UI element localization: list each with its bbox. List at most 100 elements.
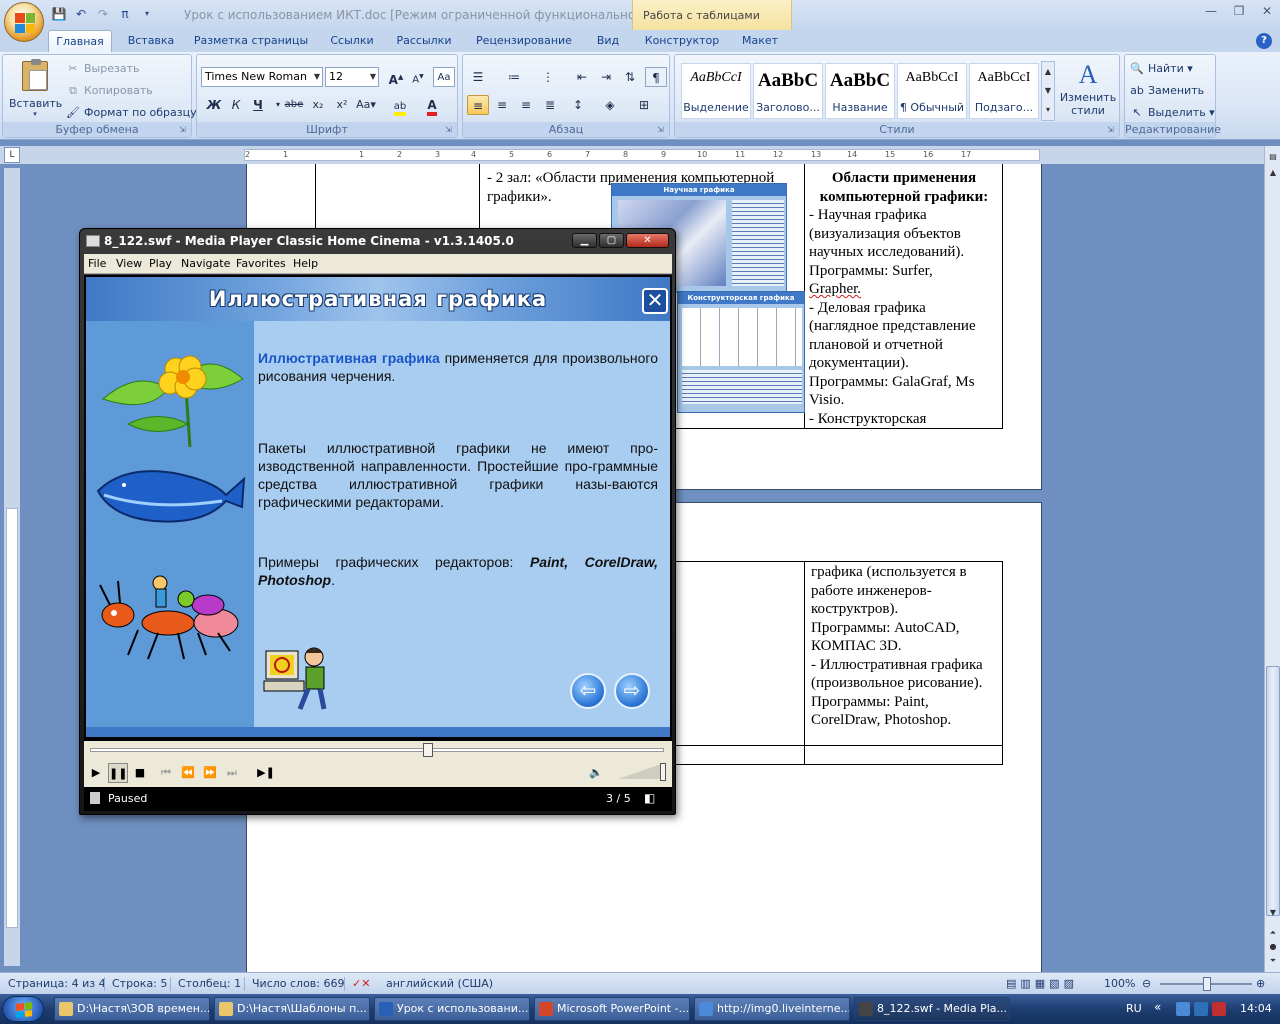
zoom-out-icon[interactable]: ⊖ xyxy=(1142,977,1151,990)
tab-layout[interactable]: Макет xyxy=(734,30,786,52)
style-subtitle[interactable]: AaBbCcI Подзаго... xyxy=(969,63,1039,119)
volume-thumb[interactable] xyxy=(660,763,666,781)
skip-forward-icon[interactable]: ⏭ xyxy=(222,763,242,783)
rewind-icon[interactable]: ⏪ xyxy=(178,763,198,783)
copy-button[interactable]: ⧉ Копировать xyxy=(65,81,153,101)
grow-font-button[interactable]: A▲ xyxy=(385,67,407,87)
taskbar-item[interactable]: D:\Настя\Шаблоны п... xyxy=(214,997,370,1021)
superscript-button[interactable]: x² xyxy=(331,95,353,115)
clock[interactable]: 14:04 xyxy=(1240,1002,1272,1015)
media-player-window[interactable]: 8_122.swf - Media Player Classic Home Ci… xyxy=(79,228,676,815)
next-page-icon[interactable]: ⏷ xyxy=(1266,954,1280,968)
language-indicator[interactable]: RU xyxy=(1126,1002,1142,1015)
ruler-toggle-icon[interactable]: ▤ xyxy=(1266,150,1280,164)
zoom-level[interactable]: 100% xyxy=(1104,977,1135,990)
arrow-right-icon[interactable]: ⇨ xyxy=(614,673,650,709)
tab-review[interactable]: Рецензирование xyxy=(466,30,582,52)
save-icon[interactable]: 💾 xyxy=(50,5,68,23)
skip-back-icon[interactable]: ⏮ xyxy=(156,763,176,783)
change-styles-button[interactable]: A Изменить стили xyxy=(1059,59,1117,121)
paste-button[interactable]: Вставить ▾ xyxy=(9,59,62,121)
clipboard-launcher-icon[interactable]: ⇲ xyxy=(179,125,189,135)
tab-references[interactable]: Ссылки xyxy=(322,30,382,52)
menu-file[interactable]: File xyxy=(88,257,106,270)
seek-bar[interactable] xyxy=(90,743,664,757)
office-button[interactable] xyxy=(4,2,44,42)
help-icon[interactable]: ? xyxy=(1256,33,1272,49)
maximize-icon[interactable]: ▢ xyxy=(599,233,624,248)
vertical-scrollbar[interactable]: ▤ ▲ ▼ ⏶ ● ⏷ xyxy=(1264,146,1280,972)
font-launcher-icon[interactable]: ⇲ xyxy=(445,125,455,135)
style-normal[interactable]: AaBbCcI ¶ Обычный xyxy=(897,63,967,119)
format-painter-button[interactable]: 🖌 Формат по образцу xyxy=(65,103,197,123)
shrink-font-button[interactable]: A▼ xyxy=(407,67,429,87)
tab-home[interactable]: Главная xyxy=(48,30,112,52)
style-title[interactable]: AaBbC Название xyxy=(825,63,895,119)
tray-expand-icon[interactable]: « xyxy=(1154,1000,1161,1014)
change-case-button[interactable]: Aa▾ xyxy=(355,95,377,115)
justify-icon[interactable]: ≣ xyxy=(539,95,561,115)
decrease-indent-icon[interactable]: ⇤ xyxy=(571,67,593,87)
redo-icon[interactable]: ↷ xyxy=(94,5,112,23)
shading-icon[interactable]: ◈ xyxy=(599,95,621,115)
styles-launcher-icon[interactable]: ⇲ xyxy=(1107,125,1117,135)
taskbar-item[interactable]: Урок с использовани... xyxy=(374,997,530,1021)
antivirus-icon[interactable] xyxy=(1212,1002,1226,1016)
taskbar-item[interactable]: D:\Настя\ЗОВ времен... xyxy=(54,997,210,1021)
scrollbar-thumb[interactable] xyxy=(1266,666,1280,916)
minimize-icon[interactable]: — xyxy=(1204,4,1218,18)
tab-design[interactable]: Конструктор xyxy=(640,30,724,52)
numbering-icon[interactable]: ≔ xyxy=(503,67,525,87)
frame-step-icon[interactable]: ▶❚ xyxy=(256,763,276,783)
view-buttons[interactable]: ▤▥▦▧▨ xyxy=(1006,977,1078,990)
proofing-icon[interactable]: ✓✕ xyxy=(352,977,370,990)
align-right-icon[interactable]: ≡ xyxy=(515,95,537,115)
ruler-strip[interactable]: 2 1 1 2 3 4 5 6 7 8 9 10 11 12 13 14 15 … xyxy=(244,149,1040,161)
find-button[interactable]: 🔍 Найти ▾ xyxy=(1129,59,1193,79)
font-color-button[interactable]: A xyxy=(421,95,443,116)
tab-page-layout[interactable]: Разметка страницы xyxy=(190,30,312,52)
undo-icon[interactable]: ↶ xyxy=(72,5,90,23)
bullets-icon[interactable]: ☰ xyxy=(467,67,489,87)
scroll-down-icon[interactable]: ▼ xyxy=(1266,906,1280,920)
status-column[interactable]: Столбец: 1 xyxy=(178,977,241,990)
pilcrow-icon[interactable]: ¶ xyxy=(645,67,667,87)
style-heading[interactable]: AaBbC Заголово... xyxy=(753,63,823,119)
volume-slider[interactable] xyxy=(618,763,666,781)
multilevel-list-icon[interactable]: ⋮ xyxy=(537,67,559,87)
network-icon[interactable] xyxy=(1176,1002,1190,1016)
taskbar-item[interactable]: 8_122.swf - Media Pla... xyxy=(854,997,1010,1021)
stop-icon[interactable]: ■ xyxy=(130,763,150,783)
increase-indent-icon[interactable]: ⇥ xyxy=(595,67,617,87)
align-left-icon[interactable]: ≡ xyxy=(467,95,489,115)
close-icon[interactable]: ✕ xyxy=(642,288,668,314)
styles-scroll[interactable]: ▲ ▼ ▾ xyxy=(1041,61,1055,121)
cut-button[interactable]: ✂ Вырезать xyxy=(65,59,139,79)
subscript-button[interactable]: x₂ xyxy=(307,95,329,115)
video-area[interactable]: Иллюстративная графика ✕ Иллюстративная … xyxy=(84,275,672,741)
start-button[interactable] xyxy=(2,996,44,1022)
minimize-icon[interactable]: ▁ xyxy=(572,233,597,248)
qat-dropdown-icon[interactable]: ▾ xyxy=(138,5,156,23)
app-tray-icon[interactable] xyxy=(1194,1002,1208,1016)
seek-thumb[interactable] xyxy=(423,743,433,757)
font-name-combo[interactable]: Times New Roman ▼ xyxy=(201,67,323,87)
play-icon[interactable]: ▶ xyxy=(86,763,106,783)
fast-forward-icon[interactable]: ⏩ xyxy=(200,763,220,783)
close-icon[interactable]: ✕ xyxy=(1260,4,1274,18)
select-button[interactable]: ↖ Выделить ▾ xyxy=(1129,103,1214,123)
align-center-icon[interactable]: ≡ xyxy=(491,95,513,115)
status-line[interactable]: Строка: 5 xyxy=(112,977,167,990)
taskbar-item[interactable]: Microsoft PowerPoint -... xyxy=(534,997,690,1021)
bold-button[interactable]: Ж xyxy=(203,95,225,115)
taskbar-item[interactable]: http://img0.liveinterne... xyxy=(694,997,850,1021)
italic-button[interactable]: К xyxy=(225,95,247,115)
style-emphasis[interactable]: AaBbCcI Выделение xyxy=(681,63,751,119)
menu-play[interactable]: Play xyxy=(149,257,172,270)
close-icon[interactable]: ✕ xyxy=(626,233,669,248)
speaker-icon[interactable]: 🔈 xyxy=(586,763,606,783)
restore-icon[interactable]: ❐ xyxy=(1232,4,1246,18)
zoom-slider-thumb[interactable] xyxy=(1203,977,1211,991)
tab-mailings[interactable]: Рассылки xyxy=(390,30,458,52)
highlight-button[interactable]: ab xyxy=(389,95,411,116)
